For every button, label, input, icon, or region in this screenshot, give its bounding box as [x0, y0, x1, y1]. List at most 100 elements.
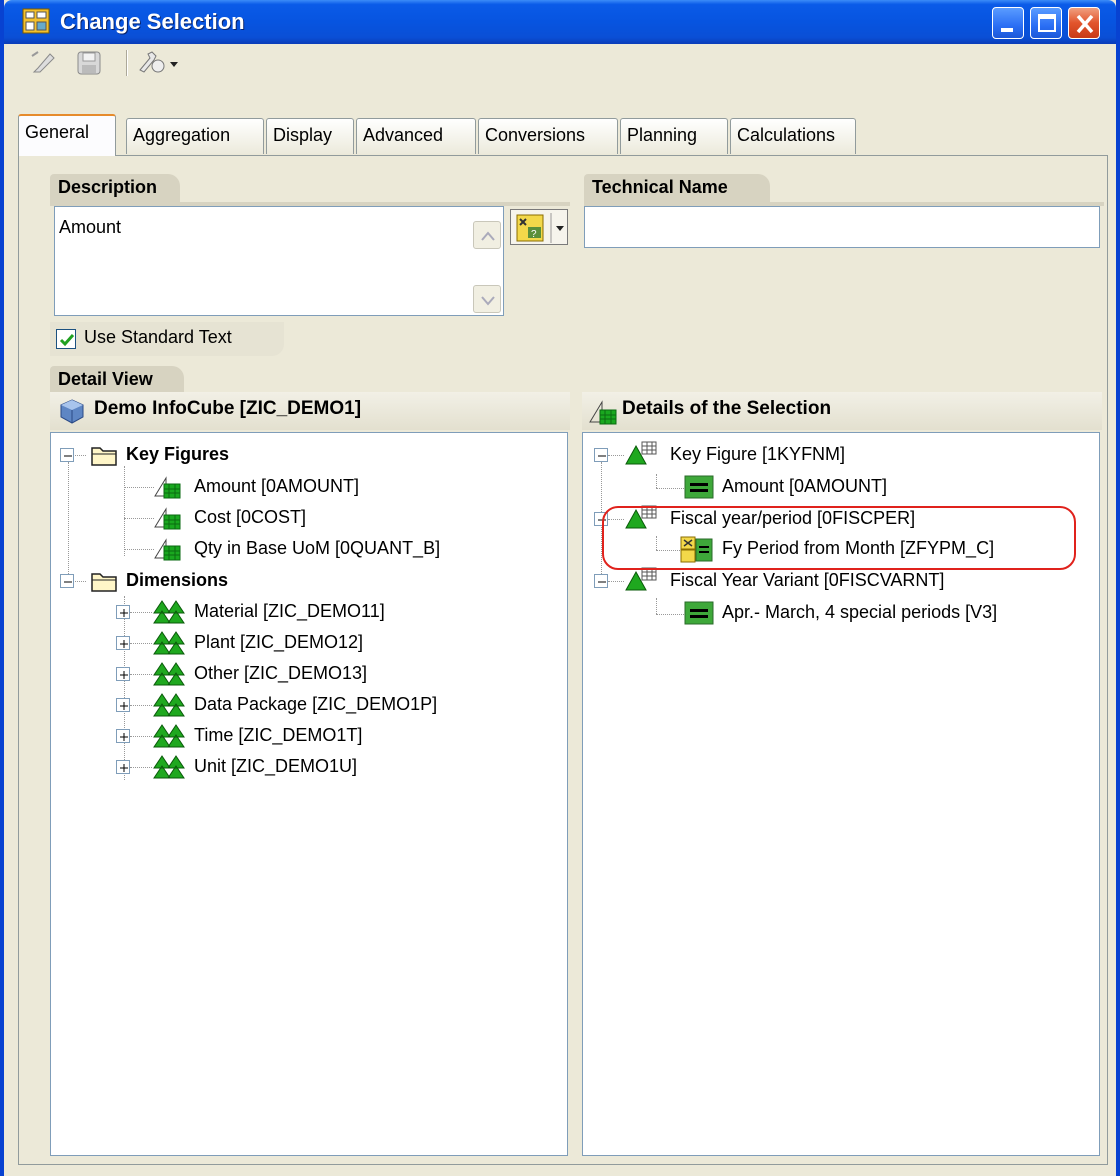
tree-node-dimension[interactable]: Material [ZIC_DEMO11] [116, 597, 536, 627]
dimension-label: Material [ZIC_DEMO11] [194, 601, 385, 621]
dimension-label: Data Package [ZIC_DEMO1P] [194, 694, 438, 714]
tree-node-dimension[interactable]: Time [ZIC_DEMO1T] [116, 721, 536, 751]
tree-node-dimension[interactable]: Plant [ZIC_DEMO12] [116, 628, 536, 658]
tree-node-key-figure-structure[interactable]: Key Figure [1KYFNM] [594, 440, 1084, 470]
scroll-down-button[interactable] [473, 285, 501, 313]
tab-display[interactable]: Display [266, 118, 354, 154]
infocube-icon [58, 397, 86, 431]
right-panel-header: Details of the Selection [582, 392, 1102, 430]
tree-node-dimension[interactable]: Data Package [ZIC_DEMO1P] [116, 690, 536, 720]
key-figure-icon [154, 507, 184, 536]
characteristic-icon [152, 599, 186, 630]
expand-icon[interactable] [116, 636, 130, 650]
technical-name-field[interactable] [584, 206, 1100, 248]
maximize-icon [1038, 14, 1056, 32]
right-panel-title: Details of the Selection [622, 398, 832, 419]
scroll-up-button[interactable] [473, 221, 501, 249]
selection-node-label: Fiscal Year Variant [0FISCVARNT] [670, 570, 945, 590]
characteristic-icon [152, 754, 186, 785]
edit-icon[interactable] [28, 48, 58, 78]
tree-node-qty[interactable]: Qty in Base UoM [0QUANT_B] [154, 534, 554, 564]
tab-calculations[interactable]: Calculations [730, 118, 856, 154]
save-icon[interactable] [74, 48, 104, 78]
expand-icon[interactable] [116, 605, 130, 619]
left-panel-title: Demo InfoCube [ZIC_DEMO1] [94, 398, 362, 419]
tree-node-dimensions[interactable]: Dimensions [60, 566, 540, 596]
key-figure-label: Cost [0COST] [194, 507, 307, 527]
left-panel-header: Demo InfoCube [ZIC_DEMO1] [50, 392, 570, 430]
collapse-icon[interactable] [594, 574, 608, 588]
selection-value-label: Amount [0AMOUNT] [722, 476, 888, 496]
minimize-icon [1001, 28, 1013, 32]
collapse-icon[interactable] [60, 574, 74, 588]
minimize-button[interactable] [992, 7, 1024, 39]
description-header: Description [50, 174, 180, 204]
window-title: Change Selection [60, 9, 245, 34]
technical-name-header: Technical Name [584, 174, 770, 204]
title-bar[interactable]: Change Selection [4, 0, 1116, 44]
equals-icon [684, 475, 714, 504]
selection-node-label: Key Figure [1KYFNM] [670, 444, 846, 464]
tree-node-amount[interactable]: Amount [0AMOUNT] [154, 472, 554, 502]
svg-text:?: ? [531, 229, 537, 240]
expand-icon[interactable] [116, 760, 130, 774]
key-figure-label: Amount [0AMOUNT] [194, 476, 360, 496]
dimension-label: Time [ZIC_DEMO1T] [194, 725, 363, 745]
characteristic-icon [624, 566, 658, 599]
expand-icon[interactable] [116, 698, 130, 712]
tab-planning[interactable]: Planning [620, 118, 728, 154]
dimension-label: Unit [ZIC_DEMO1U] [194, 756, 358, 776]
tools-icon[interactable] [136, 48, 180, 78]
close-button[interactable] [1068, 7, 1100, 39]
selection-value-label: Apr.- March, 4 special periods [V3] [722, 602, 998, 622]
dropdown-arrow-icon [556, 226, 564, 231]
characteristic-icon [152, 661, 186, 692]
description-field[interactable]: Amount [54, 206, 504, 316]
maximize-button[interactable] [1030, 7, 1062, 39]
checkmark-icon [59, 334, 75, 347]
toolbar [4, 44, 1116, 82]
characteristic-icon [152, 723, 186, 754]
key-figure-label: Qty in Base UoM [0QUANT_B] [194, 538, 441, 558]
use-standard-text-checkbox[interactable] [56, 329, 76, 349]
variable-icon: ? [516, 214, 544, 242]
description-value: Amount [59, 217, 122, 237]
tree-node-selection-value[interactable]: Amount [0AMOUNT] [684, 472, 1084, 502]
use-standard-text-label: Use Standard Text [84, 327, 232, 347]
dimension-label: Other [ZIC_DEMO13] [194, 663, 368, 683]
expand-icon[interactable] [116, 729, 130, 743]
tab-advanced[interactable]: Advanced [356, 118, 476, 154]
folder-icon [90, 443, 118, 472]
tab-conversions[interactable]: Conversions [478, 118, 618, 154]
collapse-icon[interactable] [594, 448, 608, 462]
equals-icon [684, 601, 714, 630]
tree-node-selection-value[interactable]: Apr.- March, 4 special periods [V3] [684, 598, 1084, 628]
window-icon [22, 8, 50, 34]
expand-icon[interactable] [116, 667, 130, 681]
key-figure-icon [154, 538, 184, 567]
toolbar-separator [126, 50, 128, 76]
chevron-down-icon [481, 296, 495, 306]
characteristic-icon [152, 630, 186, 661]
tree-node-key-figures[interactable]: Key Figures [60, 440, 540, 470]
tab-general[interactable]: General [18, 114, 116, 156]
folder-icon [90, 569, 118, 598]
text-variable-button[interactable]: ? [510, 209, 568, 245]
dimension-label: Plant [ZIC_DEMO12] [194, 632, 364, 652]
dimensions-label: Dimensions [126, 570, 229, 590]
close-icon [1076, 14, 1094, 34]
key-figure-icon [588, 398, 618, 432]
key-figure-icon [154, 476, 184, 505]
tree-node-dimension[interactable]: Other [ZIC_DEMO13] [116, 659, 536, 689]
characteristic-icon [152, 692, 186, 723]
highlight-annotation [602, 506, 1076, 570]
tree-node-cost[interactable]: Cost [0COST] [154, 503, 554, 533]
change-selection-window: Change Selection General Aggregation Dis… [0, 0, 1120, 1176]
tree-node-fiscal-variant[interactable]: Fiscal Year Variant [0FISCVARNT] [594, 566, 1084, 596]
use-standard-text-area: Use Standard Text [50, 322, 284, 356]
characteristic-icon [624, 440, 658, 473]
collapse-icon[interactable] [60, 448, 74, 462]
key-figures-label: Key Figures [126, 444, 230, 464]
tree-node-dimension[interactable]: Unit [ZIC_DEMO1U] [116, 752, 536, 782]
tab-aggregation[interactable]: Aggregation [126, 118, 264, 154]
